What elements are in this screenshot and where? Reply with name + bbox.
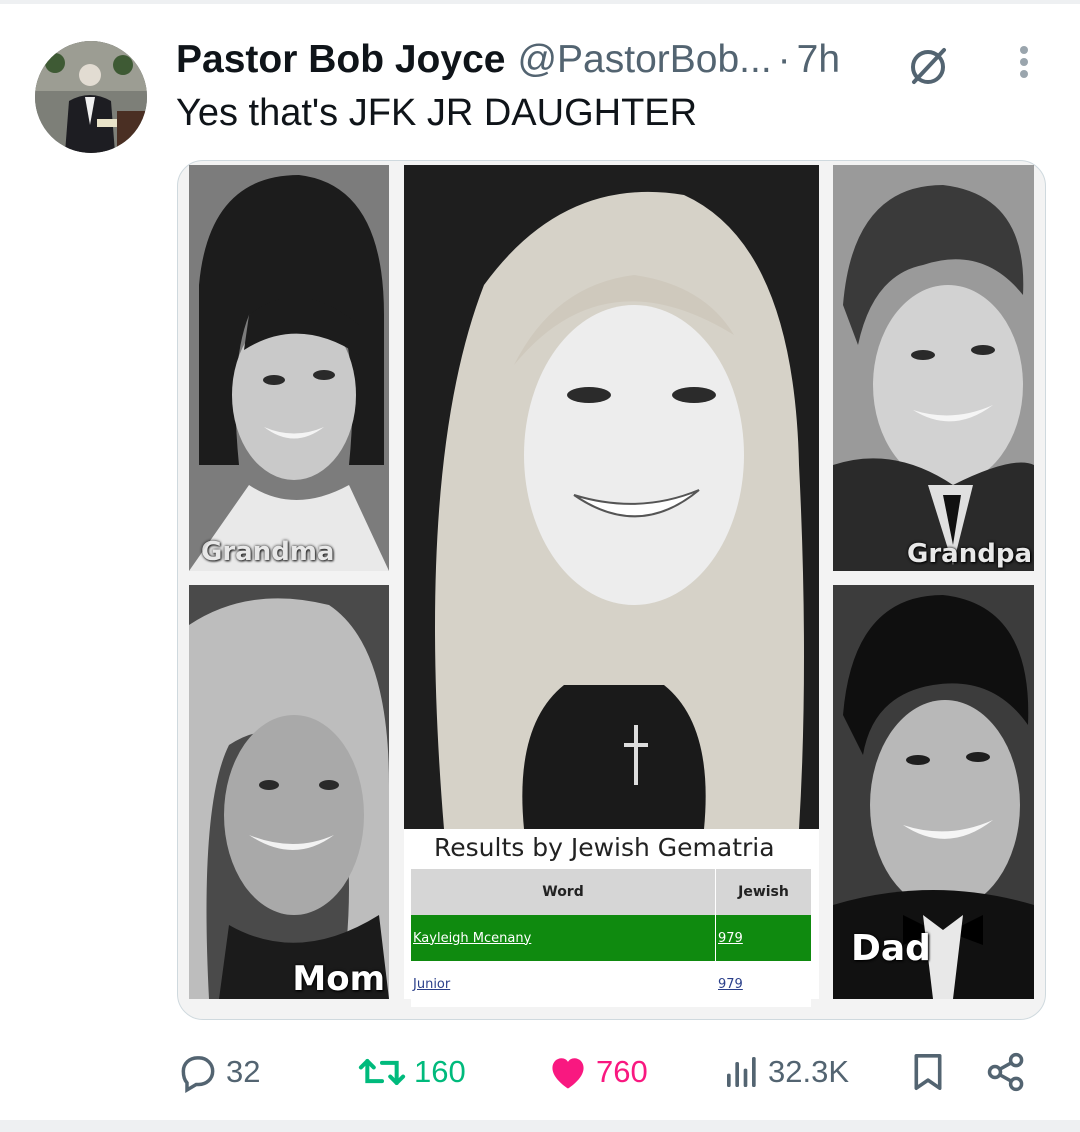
tweet-media[interactable]: Grandma Mom Results by Jewish Gematria W…: [177, 160, 1046, 1020]
tweet-time[interactable]: 7h: [797, 38, 840, 82]
share-button[interactable]: [984, 1048, 1028, 1096]
repost-count: 160: [414, 1054, 466, 1089]
author-handle[interactable]: @PastorBob...: [517, 38, 771, 82]
tweet-actions: 32 160 760 32.3K: [0, 1048, 1080, 1096]
more-icon[interactable]: [1008, 42, 1040, 82]
label-grandma: Grandma: [201, 537, 335, 567]
repost-button[interactable]: 160: [356, 1048, 466, 1096]
header-word: Word: [411, 869, 716, 915]
row-word: Kayleigh Mcenany: [411, 915, 716, 961]
like-button[interactable]: 760: [546, 1048, 648, 1096]
gematria-panel: Results by Jewish Gematria Word Jewish K…: [404, 829, 819, 1007]
bookmark-button[interactable]: [910, 1048, 946, 1096]
photo-mom: Mom: [189, 585, 389, 999]
reply-count: 32: [226, 1054, 261, 1089]
avatar[interactable]: [35, 41, 147, 153]
table-row: Kayleigh Mcenany 979: [411, 915, 811, 961]
photo-dad: Dad: [833, 585, 1034, 999]
photo-grandma: Grandma: [189, 165, 389, 571]
row-value: 979: [718, 930, 743, 946]
bottom-divider: [0, 1120, 1080, 1132]
grok-icon[interactable]: [904, 42, 952, 90]
gematria-title: Results by Jewish Gematria: [434, 833, 775, 862]
header-jewish: Jewish: [738, 884, 789, 900]
label-grandpa: Grandpa: [907, 539, 1032, 569]
label-dad: Dad: [851, 928, 931, 969]
separator-dot: ·: [777, 38, 791, 81]
gematria-header-row: Word Jewish: [411, 869, 811, 915]
label-mom: Mom: [292, 959, 385, 999]
gematria-table: Word Jewish Kayleigh Mcenany 979 Junior …: [411, 869, 811, 1007]
photo-grandpa: Grandpa: [833, 165, 1034, 571]
table-row: Junior 979: [411, 961, 811, 1007]
share-icon: [987, 1052, 1024, 1092]
row-value: 979: [718, 976, 743, 992]
views-button[interactable]: 32.3K: [722, 1048, 849, 1096]
avatar-image: [35, 41, 147, 153]
repost-icon: [358, 1058, 406, 1086]
tweet-text: Yes that's JFK JR DAUGHTER: [176, 92, 698, 134]
views-icon: [727, 1057, 756, 1087]
author-name[interactable]: Pastor Bob Joyce: [176, 38, 505, 82]
reply-button[interactable]: 32: [176, 1048, 260, 1096]
photo-center: [404, 165, 819, 829]
tweet-header: Pastor Bob Joyce @PastorBob... · 7h: [176, 38, 840, 82]
like-count: 760: [596, 1054, 648, 1089]
bookmark-icon: [914, 1054, 942, 1090]
reply-icon: [181, 1056, 215, 1094]
row-word: Junior: [411, 961, 716, 1007]
like-icon: [552, 1058, 584, 1089]
views-count: 32.3K: [768, 1054, 850, 1089]
top-divider: [0, 0, 1080, 4]
